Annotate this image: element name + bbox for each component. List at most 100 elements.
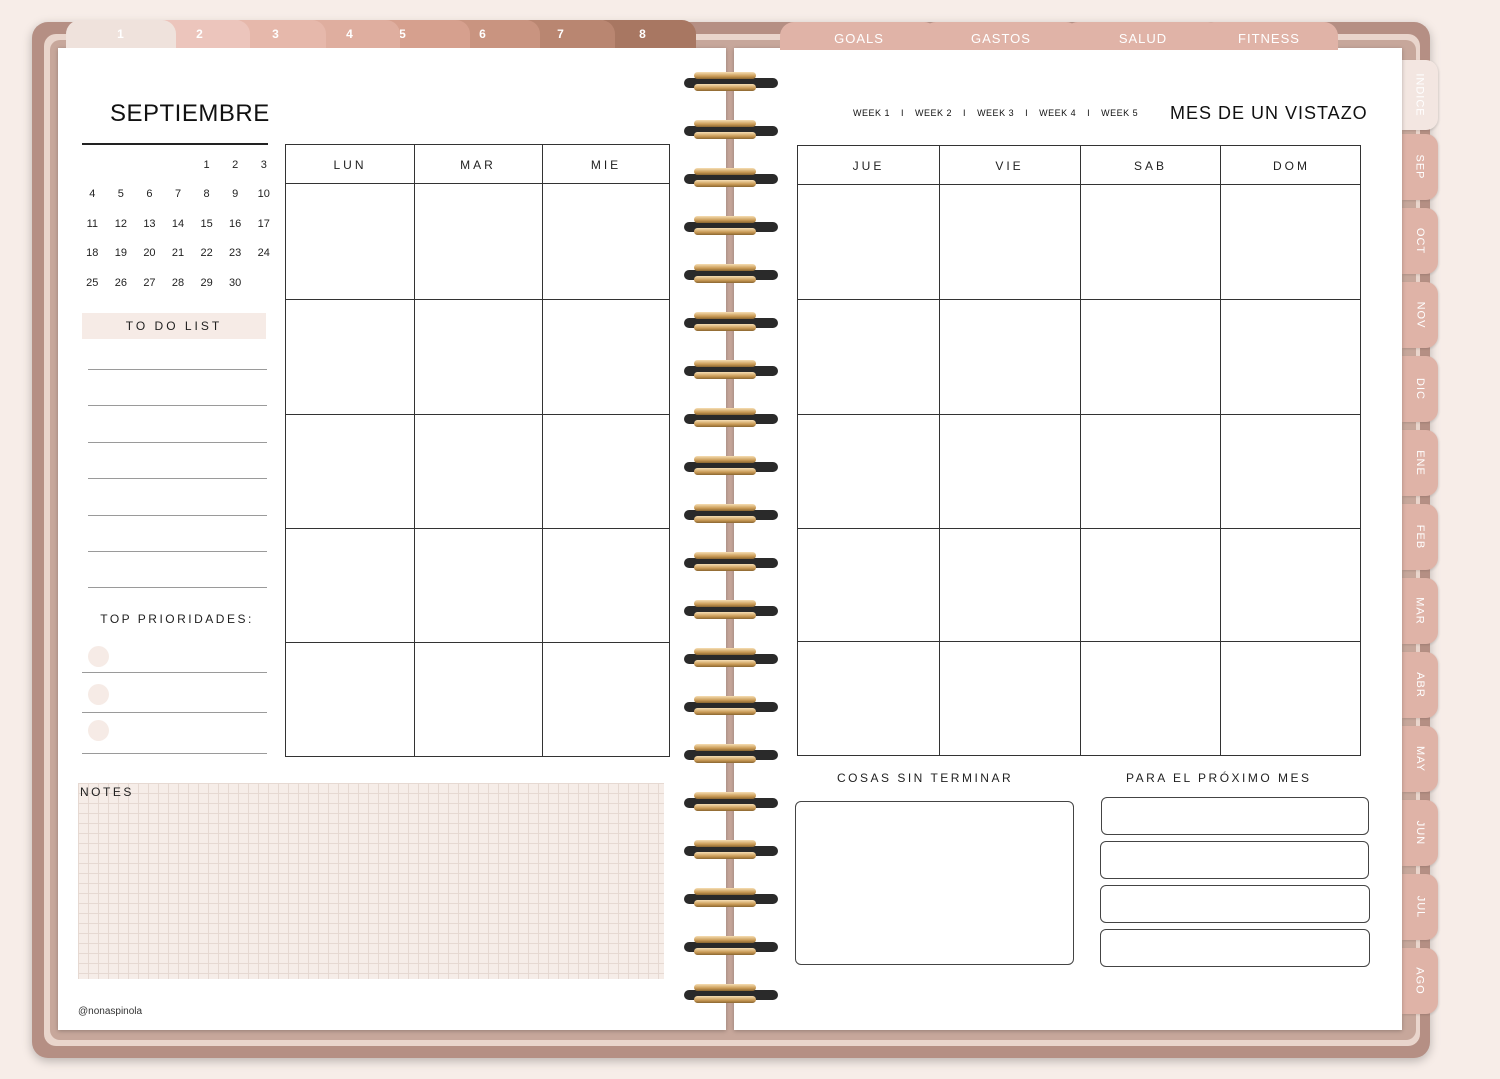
mini-calendar-day[interactable]: 6 — [135, 188, 164, 200]
mini-calendar-day[interactable]: 9 — [221, 188, 250, 200]
number-tab-1[interactable]: 1 — [66, 20, 176, 48]
week-separator: I — [963, 108, 967, 118]
priority-checkbox[interactable] — [88, 684, 109, 705]
priority-line[interactable] — [82, 672, 267, 673]
mini-calendar-day[interactable]: 7 — [164, 188, 193, 200]
mini-calendar-day[interactable]: 23 — [221, 247, 250, 259]
side-tab-may[interactable]: MAY — [1402, 726, 1438, 792]
side-tab-dic[interactable]: DIC — [1402, 356, 1438, 422]
next-month-heading: PARA EL PRÓXIMO MES — [1126, 771, 1312, 785]
mini-calendar-day[interactable]: 13 — [135, 218, 164, 230]
todo-line[interactable] — [88, 369, 267, 370]
week-link-2[interactable]: WEEK 2 — [915, 108, 952, 118]
side-tab-nov[interactable]: NOV — [1402, 282, 1438, 348]
week-link-5[interactable]: WEEK 5 — [1101, 108, 1138, 118]
mini-calendar-day[interactable]: 20 — [135, 247, 164, 259]
mini-calendar-day[interactable]: 21 — [164, 247, 193, 259]
mini-calendar-day[interactable]: 4 — [78, 188, 107, 200]
mini-calendar-day[interactable]: 27 — [135, 277, 164, 289]
priority-line[interactable] — [82, 753, 267, 754]
mini-calendar-day[interactable]: 30 — [221, 277, 250, 289]
mini-calendar-day[interactable]: 10 — [249, 188, 278, 200]
week-link-3[interactable]: WEEK 3 — [977, 108, 1014, 118]
next-month-field[interactable] — [1101, 797, 1369, 835]
mini-calendar-day[interactable]: 15 — [192, 218, 221, 230]
ring-wire — [694, 648, 756, 655]
mini-calendar-day[interactable]: 17 — [249, 218, 278, 230]
unfinished-box[interactable] — [795, 801, 1074, 965]
todo-line[interactable] — [88, 405, 267, 406]
mini-calendar-day[interactable]: 28 — [164, 277, 193, 289]
spiral-ring — [684, 358, 778, 384]
tab-goals[interactable]: GOALS — [780, 22, 938, 50]
mini-calendar-day[interactable]: 11 — [78, 218, 107, 230]
ring-wire — [694, 324, 756, 331]
mini-calendar-day[interactable]: 8 — [192, 188, 221, 200]
ring-wire — [694, 168, 756, 175]
mini-calendar-week: 123 — [78, 150, 278, 180]
mini-calendar-day[interactable]: 2 — [221, 159, 250, 171]
mini-calendar-day[interactable]: 19 — [107, 247, 136, 259]
todo-line[interactable] — [88, 587, 267, 588]
side-tab-ago[interactable]: AGO — [1402, 948, 1438, 1014]
week-separator: I — [901, 108, 905, 118]
priorities-heading: TOP PRIORIDADES: — [100, 612, 254, 626]
spiral-ring — [684, 934, 778, 960]
grid-divider — [542, 145, 543, 756]
next-month-field[interactable] — [1100, 841, 1369, 879]
day-header-jue: JUE — [852, 159, 885, 173]
next-month-field[interactable] — [1100, 885, 1370, 923]
mini-calendar-day[interactable]: 22 — [192, 247, 221, 259]
ring-wire — [694, 276, 756, 283]
mini-calendar-day[interactable]: 1 — [192, 159, 221, 171]
side-tab-indice[interactable]: INDICE — [1402, 60, 1438, 130]
mini-calendar-day[interactable]: 26 — [107, 277, 136, 289]
spiral-ring — [684, 454, 778, 480]
side-tab-oct[interactable]: OCT — [1402, 208, 1438, 274]
todo-line[interactable] — [88, 442, 267, 443]
todo-line[interactable] — [88, 478, 267, 479]
mini-calendar-day[interactable]: 5 — [107, 188, 136, 200]
mini-calendar-day[interactable]: 18 — [78, 247, 107, 259]
side-tab-jun[interactable]: JUN — [1402, 800, 1438, 866]
day-header-dom: DOM — [1273, 159, 1310, 173]
mini-calendar: 123 4 5 6 7 8 9 10 11 12 13 14 15 16 17 18 19 20 21 22 23… — [78, 150, 278, 298]
mini-calendar-day[interactable]: 14 — [164, 218, 193, 230]
ring-wire — [694, 996, 756, 1003]
todo-line[interactable] — [88, 515, 267, 516]
ring-wire — [694, 708, 756, 715]
priority-checkbox[interactable] — [88, 646, 109, 667]
mini-calendar-week: 25 26 27 28 29 30 — [78, 268, 278, 298]
side-tab-sep[interactable]: SEP — [1402, 134, 1438, 200]
side-tab-jul[interactable]: JUL — [1402, 874, 1438, 940]
week-link-1[interactable]: WEEK 1 — [853, 108, 890, 118]
day-header-lun: LUN — [333, 158, 367, 172]
next-month-field[interactable] — [1100, 929, 1370, 967]
priority-line[interactable] — [82, 712, 267, 713]
mini-calendar-day[interactable]: 25 — [78, 277, 107, 289]
week-links: WEEK 1 I WEEK 2 I WEEK 3 I WEEK 4 I WEEK 5 — [853, 108, 1149, 118]
mini-calendar-day[interactable]: 16 — [221, 218, 250, 230]
week-link-4[interactable]: WEEK 4 — [1039, 108, 1076, 118]
ring-wire — [694, 360, 756, 367]
spiral-ring — [684, 406, 778, 432]
spiral-ring — [684, 166, 778, 192]
todo-line[interactable] — [88, 551, 267, 552]
priority-checkbox[interactable] — [88, 720, 109, 741]
mini-calendar-day[interactable]: 12 — [107, 218, 136, 230]
tab-salud[interactable]: SALUD — [1064, 22, 1222, 50]
mini-calendar-day[interactable]: 24 — [249, 247, 278, 259]
ring-wire — [694, 456, 756, 463]
mini-calendar-day[interactable]: 3 — [249, 159, 278, 171]
ring-wire — [694, 804, 756, 811]
notes-area[interactable] — [78, 783, 664, 979]
mini-calendar-week: 4 5 6 7 8 9 10 — [78, 180, 278, 210]
side-tab-feb[interactable]: FEB — [1402, 504, 1438, 570]
side-tab-ene[interactable]: ENE — [1402, 430, 1438, 496]
mini-calendar-day[interactable]: 29 — [192, 277, 221, 289]
grid-divider — [1220, 146, 1221, 755]
week-separator: I — [1087, 108, 1091, 118]
side-tab-abr[interactable]: ABR — [1402, 652, 1438, 718]
tab-gastos[interactable]: GASTOS — [922, 22, 1080, 50]
side-tab-mar[interactable]: MAR — [1402, 578, 1438, 644]
